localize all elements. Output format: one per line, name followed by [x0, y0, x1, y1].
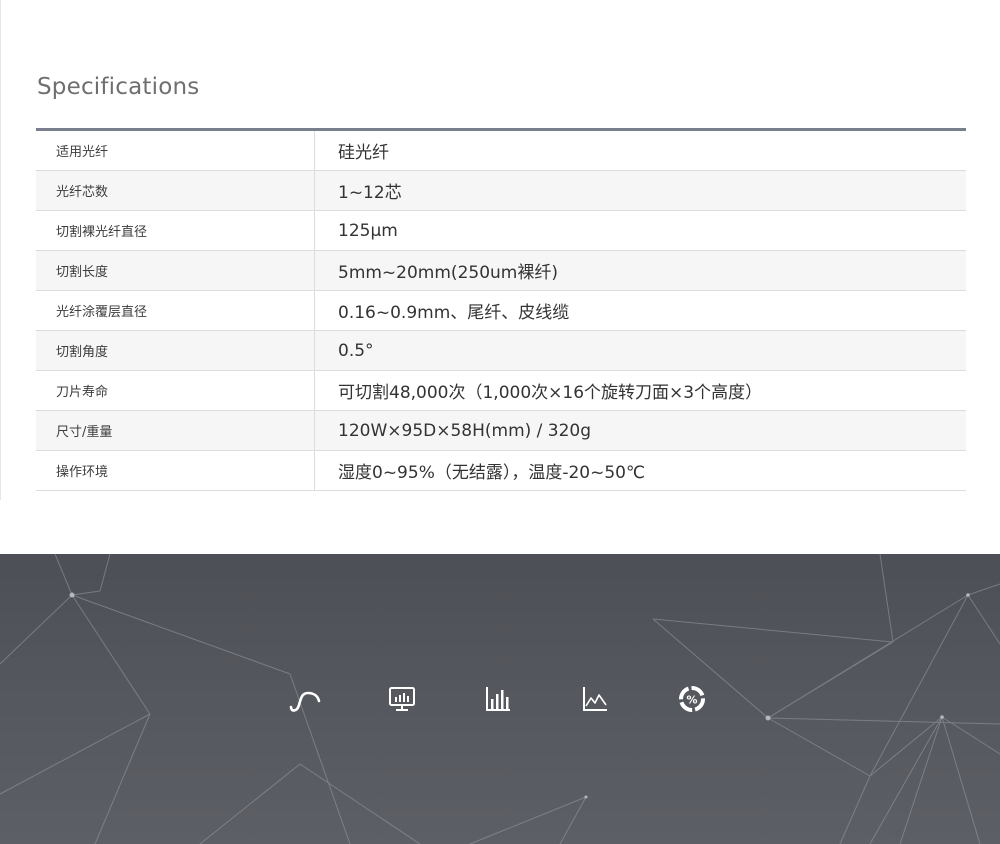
table-row: 切割长度 5mm~20mm(250um裸纤): [36, 250, 966, 291]
line-chart-icon: [583, 687, 607, 711]
percent-symbol: %: [686, 694, 697, 707]
spec-value: 湿度0~95%（无结露），温度-20~50℃: [314, 450, 966, 491]
spec-label: 切割长度: [36, 250, 315, 291]
table-row: 切割裸光纤直径 125μm: [36, 210, 966, 251]
spec-table: 适用光纤 硅光纤 光纤芯数 1~12芯 切割裸光纤直径 125μm 切割长度 5…: [36, 128, 966, 491]
feature-icons: %: [0, 554, 1000, 844]
table-row: 适用光纤 硅光纤: [36, 129, 966, 171]
spec-label: 操作环境: [36, 450, 315, 491]
spec-value: 硅光纤: [314, 129, 966, 171]
spec-label: 切割裸光纤直径: [36, 210, 315, 251]
spec-value: 0.5°: [314, 330, 966, 371]
left-divider: [0, 0, 1, 500]
table-row: 尺寸/重量 120W×95D×58H(mm) / 320g: [36, 410, 966, 451]
monitor-chart-icon: [389, 687, 415, 711]
feature-banner: %: [0, 554, 1000, 844]
table-row: 切割角度 0.5°: [36, 330, 966, 371]
spec-label: 光纤芯数: [36, 170, 315, 211]
curve-icon: [289, 691, 321, 712]
spec-value: 120W×95D×58H(mm) / 320g: [314, 410, 966, 451]
spec-label: 尺寸/重量: [36, 410, 315, 451]
spec-value: 125μm: [314, 210, 966, 251]
spec-label: 切割角度: [36, 330, 315, 371]
bar-chart-icon: [486, 687, 510, 711]
specifications-section: Specifications 适用光纤 硅光纤 光纤芯数 1~12芯 切割裸光纤…: [0, 0, 1000, 554]
section-title: Specifications: [37, 74, 200, 100]
spec-value: 0.16~0.9mm、尾纤、皮线缆: [314, 290, 966, 331]
spec-label: 适用光纤: [36, 129, 315, 171]
percent-circle-icon: %: [679, 686, 705, 712]
spec-value: 1~12芯: [314, 170, 966, 211]
spec-label: 刀片寿命: [36, 370, 315, 411]
table-row: 操作环境 湿度0~95%（无结露），温度-20~50℃: [36, 450, 966, 491]
spec-value: 可切割48,000次（1,000次×16个旋转刀面×3个高度）: [314, 370, 966, 411]
table-row: 光纤芯数 1~12芯: [36, 170, 966, 211]
spec-label: 光纤涂覆层直径: [36, 290, 315, 331]
table-row: 刀片寿命 可切割48,000次（1,000次×16个旋转刀面×3个高度）: [36, 370, 966, 411]
table-row: 光纤涂覆层直径 0.16~0.9mm、尾纤、皮线缆: [36, 290, 966, 331]
spec-value: 5mm~20mm(250um裸纤): [314, 250, 966, 291]
